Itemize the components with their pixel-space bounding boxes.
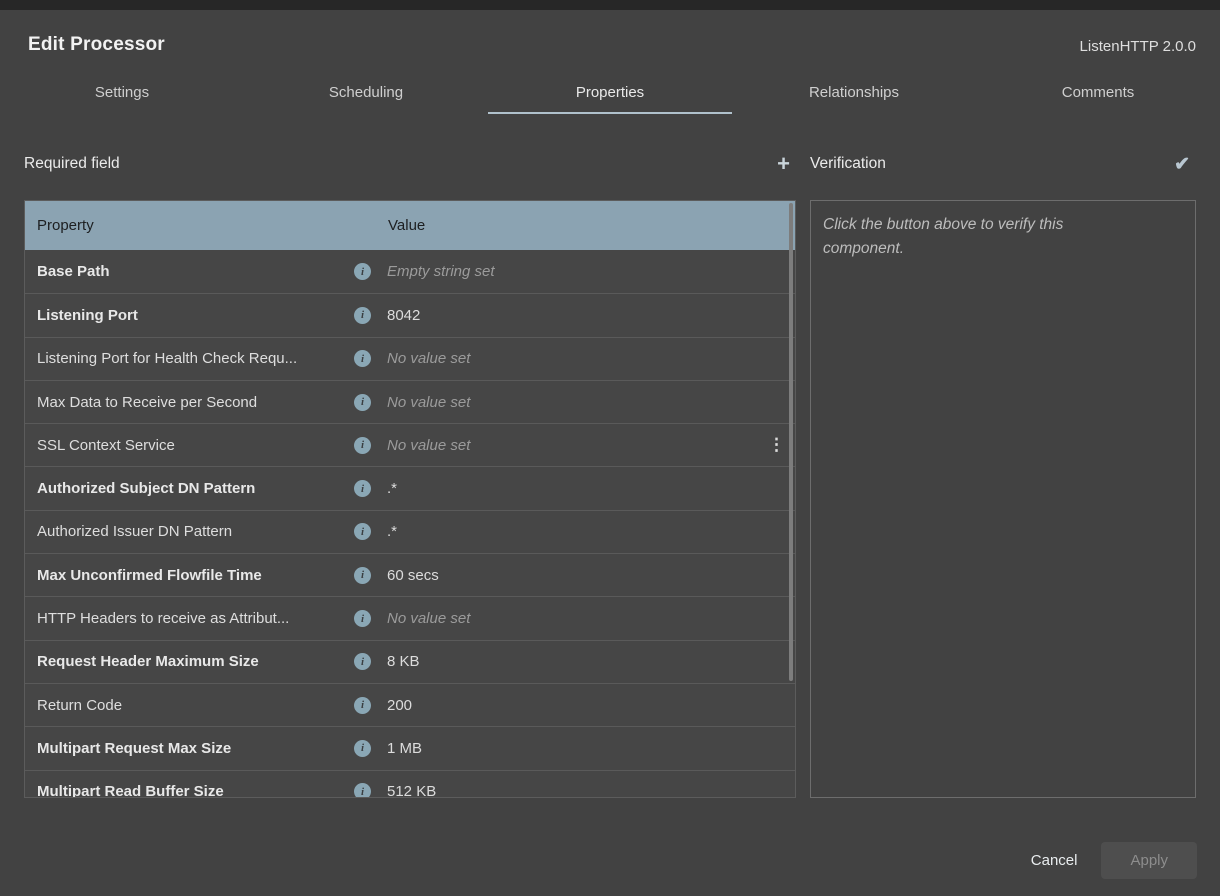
column-header-property: Property xyxy=(37,217,388,234)
property-name: Multipart Request Max Size xyxy=(37,740,354,757)
page-title: Edit Processor xyxy=(28,34,165,56)
table-row[interactable]: Listening Port for Health Check Requ...i… xyxy=(25,337,795,380)
processor-type-version: ListenHTTP 2.0.0 xyxy=(1080,38,1196,56)
info-icon[interactable]: i xyxy=(354,263,371,280)
tab-bar: Settings Scheduling Properties Relationship… xyxy=(0,70,1220,114)
table-scrollbar[interactable] xyxy=(789,203,793,681)
info-icon[interactable]: i xyxy=(354,610,371,627)
plus-icon: + xyxy=(777,151,790,176)
property-name: Listening Port for Health Check Requ... xyxy=(37,350,354,367)
info-icon[interactable]: i xyxy=(354,523,371,540)
property-value[interactable]: .* xyxy=(387,480,795,497)
table-row[interactable]: Multipart Read Buffer Sizei 512 KB xyxy=(25,770,795,798)
verification-label: Verification xyxy=(810,155,886,173)
property-name: Base Path xyxy=(37,263,354,280)
property-value[interactable]: 60 secs xyxy=(387,567,795,584)
column-header-value: Value xyxy=(388,217,425,234)
add-property-button[interactable]: + xyxy=(771,153,796,175)
property-name: HTTP Headers to receive as Attribut... xyxy=(37,610,354,627)
properties-table: Property Value Base PathiEmpty string se… xyxy=(24,200,796,798)
table-row[interactable]: Base Pathi Empty string set xyxy=(25,250,795,293)
table-row[interactable]: SSL Context Servicei No value set⋮ xyxy=(25,423,795,466)
table-row[interactable]: Authorized Subject DN Patterni .* xyxy=(25,466,795,509)
property-name: Request Header Maximum Size xyxy=(37,653,354,670)
tab-scheduling[interactable]: Scheduling xyxy=(244,70,488,114)
tab-label: Properties xyxy=(576,84,644,101)
required-field-label: Required field xyxy=(24,155,120,173)
property-value[interactable]: 512 KB xyxy=(387,783,795,798)
table-row[interactable]: Request Header Maximum Sizei 8 KB xyxy=(25,640,795,683)
table-row[interactable]: Max Data to Receive per Secondi No value … xyxy=(25,380,795,423)
property-name: Return Code xyxy=(37,697,354,714)
info-icon[interactable]: i xyxy=(354,480,371,497)
property-value[interactable]: 8042 xyxy=(387,307,795,324)
table-body: Base PathiEmpty string setListening Port… xyxy=(25,250,795,798)
tab-label: Scheduling xyxy=(329,84,403,101)
info-icon[interactable]: i xyxy=(354,783,371,798)
dialog-header: Edit Processor ListenHTTP 2.0.0 xyxy=(0,10,1220,56)
verification-panel: Verification ✔ Click the button above to… xyxy=(810,144,1196,798)
info-icon[interactable]: i xyxy=(354,394,371,411)
table-header-row: Property Value xyxy=(25,201,795,250)
property-value[interactable]: Empty string set xyxy=(387,263,795,280)
table-row[interactable]: HTTP Headers to receive as Attribut...iN… xyxy=(25,596,795,639)
more-options-icon[interactable]: ⋮ xyxy=(764,433,789,457)
property-name: Authorized Issuer DN Pattern xyxy=(37,523,354,540)
info-icon[interactable]: i xyxy=(354,740,371,757)
property-name: Multipart Read Buffer Size xyxy=(37,783,354,798)
property-name: Authorized Subject DN Pattern xyxy=(37,480,354,497)
property-name: SSL Context Service xyxy=(37,437,354,454)
verification-message: Click the button above to verify this co… xyxy=(823,213,1123,261)
tab-relationships[interactable]: Relationships xyxy=(732,70,976,114)
verification-results-box: Click the button above to verify this co… xyxy=(810,200,1196,798)
property-value[interactable]: No value set xyxy=(387,350,795,367)
check-icon: ✔ xyxy=(1174,154,1190,175)
property-value[interactable]: No value set xyxy=(387,394,795,411)
property-value[interactable]: No value set xyxy=(387,437,795,454)
table-row[interactable]: Max Unconfirmed Flowfile Timei 60 secs xyxy=(25,553,795,596)
tab-label: Settings xyxy=(95,84,149,101)
tab-settings[interactable]: Settings xyxy=(0,70,244,114)
tab-label: Relationships xyxy=(809,84,899,101)
properties-panel: Required field + Property Value Base Pat… xyxy=(24,144,796,798)
table-row[interactable]: Multipart Request Max Sizei 1 MB xyxy=(25,726,795,769)
info-icon[interactable]: i xyxy=(354,697,371,714)
property-value[interactable]: 1 MB xyxy=(387,740,795,757)
tab-properties[interactable]: Properties xyxy=(488,70,732,114)
info-icon[interactable]: i xyxy=(354,350,371,367)
property-value[interactable]: 200 xyxy=(387,697,795,714)
dialog-footer: Cancel Apply xyxy=(1031,842,1197,879)
property-value[interactable]: 8 KB xyxy=(387,653,795,670)
property-name: Listening Port xyxy=(37,307,354,324)
verification-section-head: Verification ✔ xyxy=(810,144,1196,184)
property-name: Max Unconfirmed Flowfile Time xyxy=(37,567,354,584)
apply-button[interactable]: Apply xyxy=(1101,842,1197,879)
table-row[interactable]: Authorized Issuer DN Patterni .* xyxy=(25,510,795,553)
property-value[interactable]: No value set xyxy=(387,610,795,627)
tab-comments[interactable]: Comments xyxy=(976,70,1220,114)
properties-section-head: Required field + xyxy=(24,144,796,184)
table-row[interactable]: Listening Porti 8042 xyxy=(25,293,795,336)
tab-label: Comments xyxy=(1062,84,1135,101)
info-icon[interactable]: i xyxy=(354,653,371,670)
property-value[interactable]: .* xyxy=(387,523,795,540)
info-icon[interactable]: i xyxy=(354,567,371,584)
verify-button[interactable]: ✔ xyxy=(1168,155,1196,174)
cancel-button[interactable]: Cancel xyxy=(1031,852,1078,869)
property-name: Max Data to Receive per Second xyxy=(37,394,354,411)
info-icon[interactable]: i xyxy=(354,307,371,324)
info-icon[interactable]: i xyxy=(354,437,371,454)
table-row[interactable]: Return Codei 200 xyxy=(25,683,795,726)
edit-processor-dialog: Edit Processor ListenHTTP 2.0.0 Settings… xyxy=(0,10,1220,896)
